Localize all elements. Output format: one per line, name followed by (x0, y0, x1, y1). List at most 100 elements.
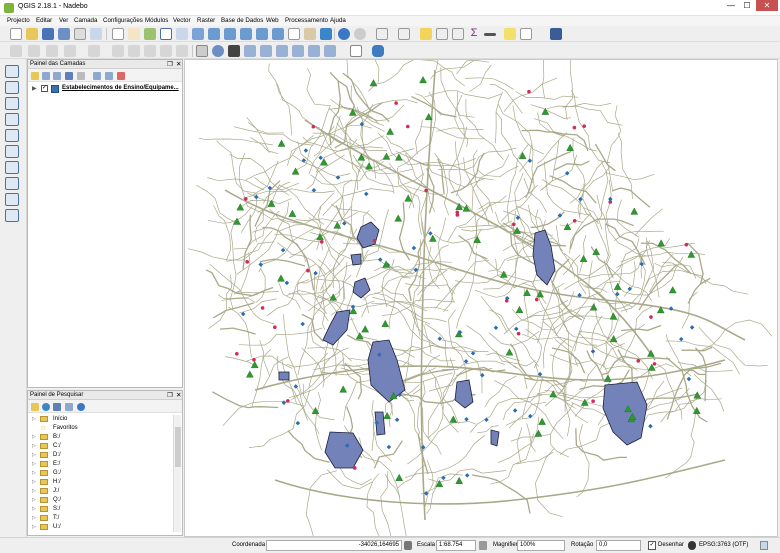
browser-item[interactable]: ▷ J:/ (32, 487, 170, 496)
expand-arrow-icon[interactable]: ▶ (32, 85, 37, 92)
refresh-icon[interactable] (320, 28, 332, 40)
add-wcs-layer-icon[interactable] (5, 145, 19, 158)
expand-arrow-icon[interactable]: ▷ (32, 443, 36, 449)
add-raster-layer-icon[interactable] (5, 81, 19, 94)
paste-features-icon[interactable] (176, 45, 188, 57)
rotation-spinbox[interactable]: 0,0 (596, 540, 641, 551)
remove-layer-icon[interactable] (117, 72, 125, 80)
new-project-icon[interactable] (10, 28, 22, 40)
coordinate-field[interactable]: -34026,164695 (266, 540, 402, 551)
collapse-all-icon[interactable] (105, 72, 113, 80)
scale-lock-icon[interactable] (479, 541, 487, 550)
label-move-icon[interactable] (260, 45, 272, 57)
add-wms-layer-icon[interactable] (5, 129, 19, 142)
map-tips-icon[interactable] (504, 28, 516, 40)
field-calculator-icon[interactable] (452, 28, 464, 40)
zoom-selection-icon[interactable] (208, 28, 220, 40)
menu-ver[interactable]: Ver (59, 17, 68, 24)
new-shapefile-icon[interactable] (5, 209, 19, 222)
maximize-button[interactable]: ☐ (740, 0, 754, 11)
magnifier-spinbox[interactable]: 100% (517, 540, 565, 551)
layer-tree-item[interactable]: ▶ ✓ Estabelecimentos de Ensino/Equipame.… (30, 84, 180, 94)
save-edits-icon[interactable] (46, 45, 58, 57)
toggle-editing-icon[interactable] (28, 45, 40, 57)
browser-item[interactable]: ▷ U:/ (32, 523, 170, 532)
pan-to-selection-icon[interactable] (128, 28, 140, 40)
layer-visibility-checkbox[interactable]: ✓ (41, 85, 48, 92)
identify-icon[interactable] (338, 28, 350, 40)
add-feature-icon[interactable] (64, 45, 76, 57)
browser-item[interactable]: ▷ Q:/ (32, 496, 170, 505)
menu-configuracoes[interactable]: Configurações (103, 17, 143, 24)
add-spatialite-layer-icon[interactable] (5, 113, 19, 126)
open-style-icon[interactable] (31, 72, 39, 80)
text-annotation-icon[interactable] (520, 28, 532, 40)
zoom-in-icon[interactable] (144, 28, 156, 40)
close-button[interactable]: ✕ (756, 0, 778, 11)
menu-web[interactable]: Web (266, 17, 279, 24)
menu-vector[interactable]: Vector (173, 17, 191, 24)
zoom-layer-icon[interactable] (224, 28, 236, 40)
add-wfs-layer-icon[interactable] (5, 161, 19, 174)
menu-processamento[interactable]: Processamento (285, 17, 328, 24)
menu-camada[interactable]: Camada (74, 17, 97, 24)
label-change-icon[interactable] (292, 45, 304, 57)
menu-raster[interactable]: Raster (197, 17, 215, 24)
add-group-icon[interactable] (42, 72, 50, 80)
browser-item[interactable]: ▷ E:/ (32, 460, 170, 469)
minimize-button[interactable]: — (724, 0, 738, 11)
expand-arrow-icon[interactable]: ▷ (32, 434, 36, 440)
add-postgis-layer-icon[interactable] (5, 97, 19, 110)
node-tool-icon[interactable] (112, 45, 124, 57)
new-bookmark-icon[interactable] (288, 28, 300, 40)
browser-item[interactable]: ▷ B:/ (32, 433, 170, 442)
close-panel-icon[interactable]: ✕ (176, 391, 181, 399)
crs-status[interactable]: EPSG:3763 (OTF) (699, 542, 748, 548)
expand-arrow-icon[interactable]: ▷ (32, 461, 36, 467)
zoom-last-icon[interactable] (256, 28, 268, 40)
browser-item[interactable]: ▷ H:/ (32, 478, 170, 487)
python-console-icon[interactable] (550, 28, 562, 40)
show-bookmarks-icon[interactable] (304, 28, 316, 40)
manage-visibility-icon[interactable] (53, 72, 61, 80)
move-feature-icon[interactable] (88, 45, 100, 57)
menu-projecto[interactable]: Projecto (7, 17, 30, 24)
magnifier-icon[interactable] (176, 28, 188, 40)
map-canvas[interactable] (184, 59, 778, 537)
print-composer-icon[interactable] (74, 28, 86, 40)
python-plugin-icon[interactable] (372, 45, 384, 57)
menu-modulos[interactable]: Módulos (145, 17, 168, 24)
float-panel-icon[interactable]: ❐ (167, 60, 173, 68)
collapse-browser-icon[interactable] (65, 403, 73, 411)
expand-arrow-icon[interactable]: ▷ (32, 515, 36, 521)
layer-name[interactable]: Estabelecimentos de Ensino/Equipame... (62, 85, 179, 91)
add-vector-layer-icon[interactable] (5, 65, 19, 78)
browser-item[interactable]: ▷ Início (32, 415, 170, 424)
menu-base-de-dados[interactable]: Base de Dados (221, 17, 263, 24)
filter-expression-icon[interactable] (77, 72, 85, 80)
browser-item[interactable]: ▷ T:/ (32, 514, 170, 523)
run-action-icon[interactable] (354, 28, 366, 40)
select-features-icon[interactable] (376, 28, 388, 40)
label-toolbar-icon[interactable] (196, 45, 208, 57)
browser-scrollbar[interactable] (173, 415, 181, 532)
expand-arrow-icon[interactable]: ▷ (32, 497, 36, 503)
browser-item[interactable]: ▷ G:/ (32, 469, 170, 478)
label-rotate-icon[interactable] (276, 45, 288, 57)
label-pin-icon[interactable] (212, 45, 224, 57)
messages-icon[interactable] (760, 541, 768, 550)
pan-map-icon[interactable] (112, 28, 124, 40)
cut-features-icon[interactable] (144, 45, 156, 57)
add-delimited-text-icon[interactable] (5, 177, 19, 190)
csw-icon[interactable] (350, 45, 362, 57)
select-by-value-icon[interactable] (398, 28, 410, 40)
measure-icon[interactable] (484, 33, 496, 36)
statistics-sigma-icon[interactable]: Σ (468, 28, 480, 40)
expand-arrow-icon[interactable]: ▷ (32, 479, 36, 485)
render-checkbox[interactable]: ✓ (648, 541, 656, 550)
delete-selected-icon[interactable] (128, 45, 140, 57)
filter-browser-icon[interactable] (53, 403, 61, 411)
float-panel-icon[interactable]: ❐ (167, 391, 173, 399)
expand-all-icon[interactable] (93, 72, 101, 80)
zoom-native-icon[interactable] (240, 28, 252, 40)
